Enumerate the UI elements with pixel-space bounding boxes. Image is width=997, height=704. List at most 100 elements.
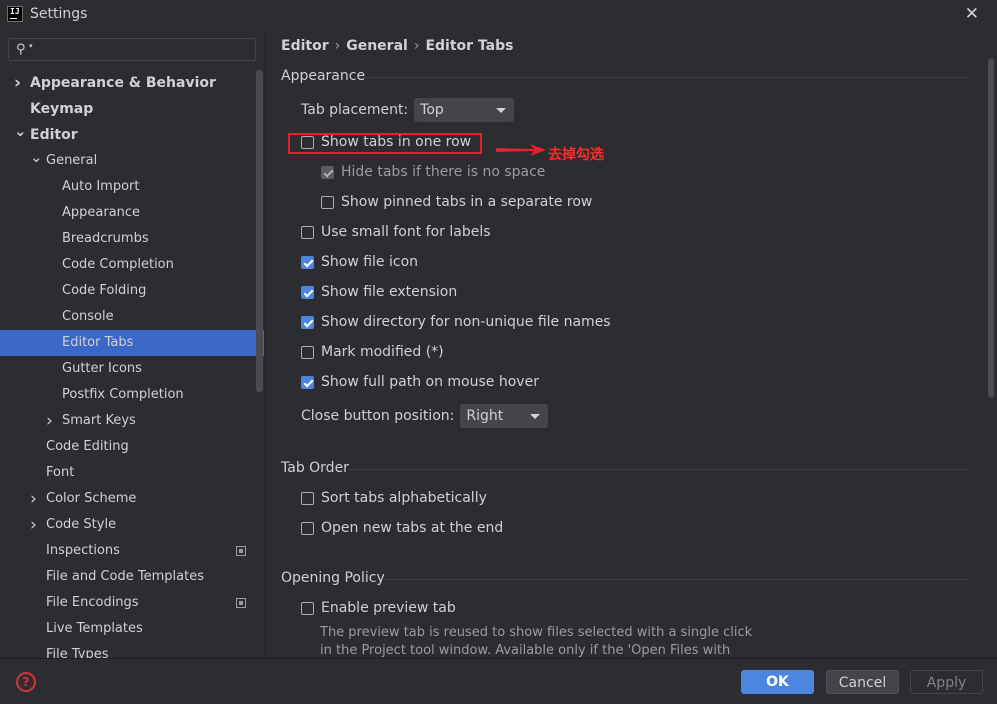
sidebar-item-label: Editor Tabs [62,335,134,350]
close-button-position-label: Close button position: [301,408,455,424]
section-divider [350,469,968,470]
checkbox-checked[interactable] [301,375,314,389]
checkbox-checked[interactable] [301,315,314,329]
sidebar-item-color-scheme[interactable]: › Color Scheme [0,486,264,512]
chevron-right-icon: › [413,38,420,54]
option-label: Use small font for labels [321,224,491,240]
checkbox-unchecked[interactable] [301,601,314,615]
sidebar-item-editor-tabs[interactable]: Editor Tabs [0,330,264,356]
preview-tab-help-line1: The preview tab is reused to show files … [320,625,753,640]
option-row[interactable]: Use small font for labels [301,224,491,240]
tab-placement-value: Top [420,102,444,118]
sidebar-item-label: General [46,153,98,168]
sidebar-item-font[interactable]: Font [0,460,264,486]
sidebar-item-appearance-behavior[interactable]: › Appearance & Behavior [0,70,264,96]
sidebar-item-keymap[interactable]: Keymap [0,96,264,122]
section-divider [384,579,968,580]
sidebar-item-file-types[interactable]: File Types [0,642,264,658]
window-title: Settings [30,6,88,22]
chevron-down-icon [496,107,507,113]
option-label: Show file icon [321,254,419,270]
settings-tree: › Appearance & Behavior Keymap ⌄ Editor ⌄ Gene… [0,70,264,658]
settings-sidebar: ⚲ ▾ › Appearance & Behavior Keymap ⌄ Editor ⌄… [0,30,265,658]
sidebar-item-gutter-icons[interactable]: Gutter Icons [0,356,264,382]
chevron-down-icon [530,413,541,419]
option-label: Mark modified (*) [321,344,444,360]
close-icon[interactable]: ✕ [965,4,979,24]
option-row[interactable]: Mark modified (*) [301,344,444,360]
copy-icon [236,598,246,608]
cancel-button[interactable]: Cancel [826,670,899,694]
help-icon[interactable]: ? [16,672,36,692]
tab-placement-select[interactable]: Top [414,98,515,122]
sidebar-item-file-encodings[interactable]: File Encodings [0,590,264,616]
sidebar-item-label: Appearance [62,205,141,220]
sidebar-item-appearance[interactable]: Appearance [0,200,264,226]
sidebar-item-live-templates[interactable]: Live Templates [0,616,264,642]
sidebar-item-label: File Encodings [46,595,139,610]
option-label: Show file extension [321,284,458,300]
sidebar-item-code-style[interactable]: › Code Style [0,512,264,538]
option-row[interactable]: Show full path on mouse hover [301,374,539,390]
sidebar-item-breadcrumbs[interactable]: Breadcrumbs [0,226,264,252]
settings-content: Editor › General › Editor Tabs Appearance Ta… [266,30,997,658]
checkbox-unchecked[interactable] [301,491,314,505]
breadcrumb-item[interactable]: General [346,38,408,54]
section-title-tab-order: Tab Order [281,460,349,476]
option-row[interactable]: Sort tabs alphabetically [301,490,487,506]
sidebar-item-label: Code Completion [62,257,174,272]
sidebar-item-label: Color Scheme [46,491,137,506]
chevron-right-icon[interactable]: › [30,486,37,512]
chevron-right-icon[interactable]: › [30,512,37,538]
section-divider [364,77,968,78]
tab-placement-label: Tab placement: [301,102,409,118]
sidebar-item-code-folding[interactable]: Code Folding [0,278,264,304]
sidebar-item-general[interactable]: ⌄ General [0,148,264,174]
checkbox-unchecked[interactable] [301,521,314,535]
ok-button[interactable]: OK [741,670,814,694]
sidebar-item-console[interactable]: Console [0,304,264,330]
checkbox-checked[interactable] [301,285,314,299]
annotation-text: 去掉勾选 [548,147,604,163]
breadcrumb-item[interactable]: Editor [281,38,329,54]
checkbox-checked[interactable] [301,255,314,269]
chevron-down-icon[interactable]: ⌄ [30,144,43,170]
option-label: Open new tabs at the end [321,520,504,536]
option-row[interactable]: Show directory for non-unique file names [301,314,611,330]
apply-button[interactable]: Apply [910,670,983,694]
sidebar-item-label: File Types [46,647,109,658]
search-input[interactable]: ⚲ ▾ [8,38,256,61]
chevron-right-icon[interactable]: › [14,70,21,96]
option-row[interactable]: Show file extension [301,284,457,300]
sidebar-item-auto-import[interactable]: Auto Import [0,174,264,200]
sidebar-item-label: File and Code Templates [46,569,204,584]
sidebar-item-label: Auto Import [62,179,140,194]
option-row[interactable]: Enable preview tab [301,600,456,616]
sidebar-item-file-and-code-templates[interactable]: File and Code Templates [0,564,264,590]
close-button-position-value: Right [466,408,504,424]
intellij-logo-icon: IJ [7,6,23,22]
sidebar-item-label: Code Editing [46,439,129,454]
sidebar-item-label: Breadcrumbs [62,231,149,246]
sidebar-item-label: Appearance & Behavior [30,75,216,91]
checkbox-unchecked[interactable] [301,225,314,239]
sidebar-scrollbar[interactable] [256,70,263,392]
chevron-down-icon[interactable]: ⌄ [14,118,27,144]
option-label: Show directory for non-unique file names [321,314,611,330]
search-dropdown-icon[interactable]: ▾ [29,42,33,50]
breadcrumb-item: Editor Tabs [425,38,514,54]
content-scrollbar[interactable] [988,58,994,398]
chevron-right-icon[interactable]: › [46,408,53,434]
option-row[interactable]: Show pinned tabs in a separate row [321,194,592,210]
option-row: Hide tabs if there is no space [321,164,545,180]
sidebar-item-postfix-completion[interactable]: Postfix Completion [0,382,264,408]
option-row[interactable]: Open new tabs at the end [301,520,503,536]
sidebar-item-code-editing[interactable]: Code Editing [0,434,264,460]
option-row[interactable]: Show file icon [301,254,418,270]
sidebar-item-inspections[interactable]: Inspections [0,538,264,564]
checkbox-unchecked[interactable] [301,345,314,359]
sidebar-item-smart-keys[interactable]: › Smart Keys [0,408,264,434]
sidebar-item-code-completion[interactable]: Code Completion [0,252,264,278]
close-button-position-select[interactable]: Right [460,404,549,428]
checkbox-unchecked[interactable] [321,195,334,209]
